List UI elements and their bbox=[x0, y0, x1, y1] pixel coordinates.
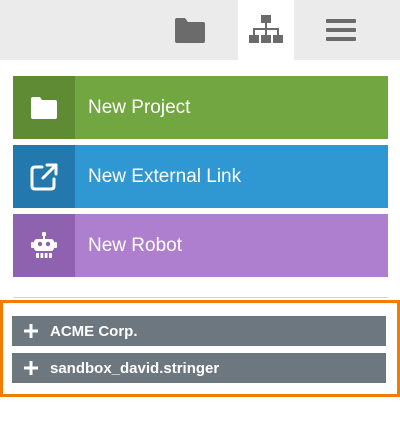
robot-icon bbox=[31, 231, 57, 258]
hamburger-menu-icon bbox=[326, 19, 356, 41]
external-link-icon bbox=[30, 163, 58, 190]
org-item-acme-corp[interactable]: ACME Corp. bbox=[12, 316, 386, 346]
organization-list: ACME Corp. sandbox_david.stringer bbox=[0, 300, 400, 397]
tab-folders[interactable] bbox=[162, 0, 218, 60]
plus-icon[interactable] bbox=[24, 361, 38, 375]
new-robot-button[interactable]: New Robot bbox=[13, 214, 388, 277]
org-name: sandbox_david.stringer bbox=[50, 359, 220, 377]
org-item-sandbox[interactable]: sandbox_david.stringer bbox=[12, 353, 386, 383]
sitemap-icon bbox=[249, 15, 283, 43]
new-robot-label: New Robot bbox=[88, 234, 182, 256]
tab-hierarchy[interactable] bbox=[238, 0, 294, 60]
new-project-label: New Project bbox=[88, 96, 191, 118]
folder-icon bbox=[31, 96, 57, 119]
tab-menu[interactable] bbox=[313, 0, 369, 60]
new-project-button[interactable]: New Project bbox=[13, 76, 388, 139]
new-external-link-icon-box bbox=[13, 145, 75, 208]
org-name: ACME Corp. bbox=[50, 322, 138, 340]
new-external-link-button[interactable]: New External Link bbox=[13, 145, 388, 208]
folder-icon bbox=[175, 18, 205, 43]
new-project-icon-box bbox=[13, 76, 75, 139]
divider bbox=[13, 297, 388, 298]
new-external-link-label: New External Link bbox=[88, 165, 242, 187]
new-robot-icon-box bbox=[13, 214, 75, 277]
plus-icon[interactable] bbox=[24, 324, 38, 338]
top-tab-bar bbox=[0, 0, 400, 60]
